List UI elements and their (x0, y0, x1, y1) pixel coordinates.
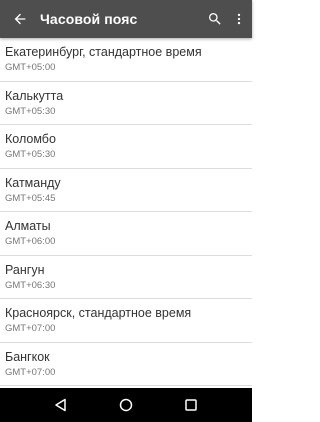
timezone-offset: GMT+05:30 (5, 105, 56, 117)
search-icon (209, 13, 221, 25)
nav-home-icon (119, 398, 133, 412)
timezone-item-almaty[interactable]: Алматы GMT+06:00 (0, 212, 252, 256)
page-title: Часовой пояс (40, 11, 138, 27)
timezone-item-colombo[interactable]: Коломбо GMT+05:30 (0, 125, 252, 169)
more-vert-icon (237, 13, 241, 25)
timezone-name: Алматы (5, 219, 51, 233)
nav-back-button[interactable] (49, 393, 73, 417)
nav-home-button[interactable] (114, 393, 138, 417)
nav-recents-button[interactable] (179, 393, 203, 417)
timezone-item-kathmandu[interactable]: Катманду GMT+05:45 (0, 169, 252, 212)
nav-recents-icon (185, 399, 198, 411)
system-nav-bar (0, 388, 252, 422)
app-bar: Часовой пояс (0, 0, 252, 38)
timezone-name: Красноярск, стандартное время (5, 306, 192, 320)
timezone-offset: GMT+05:00 (5, 62, 56, 73)
timezone-name: Калькутта (5, 88, 64, 103)
timezone-offset: GMT+05:45 (5, 192, 56, 204)
timezone-name: Екатеринбург, стандартное время (5, 45, 202, 59)
timezone-name: Коломбо (5, 132, 56, 146)
nav-back-icon (54, 398, 66, 412)
timezone-item-rangoon[interactable]: Рангун GMT+06:30 (0, 256, 252, 299)
timezone-offset: GMT+06:00 (5, 236, 56, 247)
more-options-button[interactable] (228, 0, 250, 38)
search-button[interactable] (202, 0, 228, 38)
timezone-name: Рангун (5, 262, 45, 277)
timezone-list[interactable]: Екатеринбург, стандартное время GMT+05:0… (0, 38, 252, 388)
arrow-back-icon (14, 13, 26, 25)
timezone-offset: GMT+07:00 (5, 323, 56, 334)
timezone-item-bangkok[interactable]: Бангкок GMT+07:00 (0, 343, 252, 386)
timezone-item-ekaterinburg[interactable]: Екатеринбург, стандартное время GMT+05:0… (0, 38, 252, 82)
timezone-offset: GMT+07:00 (5, 366, 56, 378)
timezone-offset: GMT+05:30 (5, 149, 56, 160)
timezone-item-krasnoyarsk[interactable]: Красноярск, стандартное время GMT+07:00 (0, 299, 252, 343)
timezone-name: Катманду (5, 175, 61, 190)
timezone-name: Бангкок (5, 349, 50, 364)
timezone-offset: GMT+06:30 (5, 279, 56, 291)
timezone-item-kolkata[interactable]: Калькутта GMT+05:30 (0, 82, 252, 125)
back-button[interactable] (0, 0, 40, 38)
